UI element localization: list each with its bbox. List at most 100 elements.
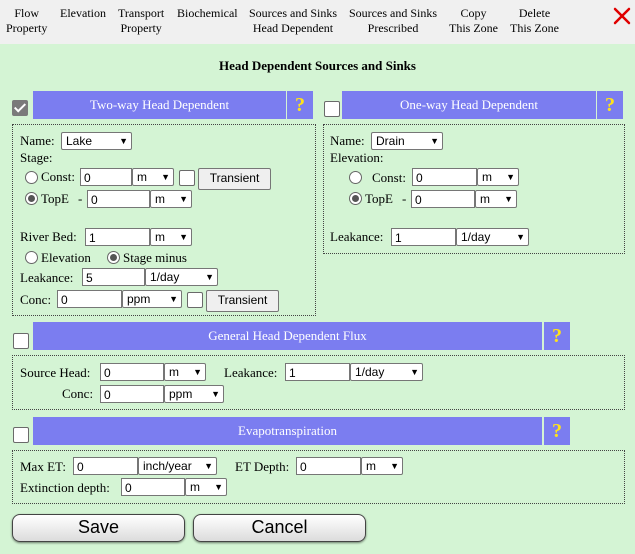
two-way-const-transient-checkbox[interactable] — [179, 170, 195, 186]
evapo-et-depth-label: ET Depth: — [235, 459, 290, 474]
two-way-conc-transient-button[interactable]: Transient — [206, 290, 279, 312]
two-way-conc-unit-select[interactable]: ppm ▼ — [122, 290, 182, 308]
evapo-et-depth-unit-select[interactable]: m ▼ — [361, 457, 403, 475]
evapo-checkbox[interactable] — [13, 427, 29, 443]
one-way-header: One-way Head Dependent — [342, 91, 596, 119]
two-way-tope-radio[interactable] — [25, 192, 38, 205]
two-way-const-unit-select[interactable]: m ▼ — [132, 168, 174, 186]
two-way-stage-transient-button[interactable]: Transient — [198, 168, 271, 190]
evapo-extinction-input[interactable]: 0 — [121, 478, 185, 496]
nav-label-line1: Elevation — [60, 6, 106, 20]
flux-leakance-unit-select[interactable]: 1/day ▼ — [350, 363, 423, 381]
flux-source-head-unit-select[interactable]: m ▼ — [164, 363, 206, 381]
nav-label-line2: Property — [6, 21, 48, 35]
one-way-const-input[interactable]: 0 — [412, 168, 477, 186]
evapo-et-depth-input[interactable]: 0 — [296, 457, 361, 475]
flux-conc-input[interactable]: 0 — [100, 385, 164, 403]
evapo-max-et-input[interactable]: 0 — [73, 457, 138, 475]
nav-copy-this-zone[interactable]: Copy This Zone — [449, 6, 498, 36]
nav-delete-this-zone[interactable]: Delete This Zone — [510, 6, 559, 36]
two-way-const-input[interactable]: 0 — [80, 168, 132, 186]
two-way-leakance-input[interactable]: 5 — [82, 268, 145, 286]
cancel-button[interactable]: Cancel — [193, 514, 366, 542]
evapo-max-et-label: Max ET: — [20, 459, 66, 474]
save-button[interactable]: Save — [12, 514, 185, 542]
evapo-help-icon[interactable]: ? — [544, 417, 570, 445]
two-way-panel — [12, 124, 316, 316]
evapo-max-et-unit-select[interactable]: inch/year ▼ — [138, 457, 217, 475]
chevron-down-icon: ▼ — [179, 232, 188, 242]
one-way-const-radio[interactable] — [349, 171, 362, 184]
evapo-extinction-unit-select[interactable]: m ▼ — [185, 478, 227, 496]
nav-label-line1: Transport — [118, 6, 165, 20]
two-way-name-select[interactable]: Lake ▼ — [61, 132, 132, 150]
flux-leakance-label: Leakance: — [224, 365, 278, 380]
unit-value: m — [480, 192, 490, 206]
one-way-help-icon[interactable]: ? — [597, 91, 623, 119]
chevron-down-icon: ▼ — [390, 461, 399, 471]
one-way-leakance-unit-select[interactable]: 1/day ▼ — [456, 228, 529, 246]
close-x-icon[interactable] — [611, 5, 633, 27]
one-way-tope-radio[interactable] — [349, 192, 362, 205]
chevron-down-icon: ▼ — [410, 367, 419, 377]
one-way-tope-unit-select[interactable]: m ▼ — [475, 190, 517, 208]
chevron-down-icon: ▼ — [179, 194, 188, 204]
one-way-name-select[interactable]: Drain ▼ — [371, 132, 443, 150]
chevron-down-icon: ▼ — [211, 389, 220, 399]
flux-leakance-input[interactable]: 1 — [285, 363, 350, 381]
nav-label-line1: Copy — [460, 6, 487, 20]
nav-sources-sinks-head-dependent[interactable]: Sources and Sinks Head Dependent — [249, 6, 337, 36]
nav-sources-sinks-prescribed[interactable]: Sources and Sinks Prescribed — [349, 6, 437, 36]
nav-biochemical[interactable]: Biochemical — [177, 6, 238, 21]
two-way-elevation-label: Elevation — [41, 250, 91, 265]
two-way-elevation-radio[interactable] — [25, 251, 38, 264]
flux-help-icon[interactable]: ? — [544, 322, 570, 350]
one-way-const-unit-select[interactable]: m ▼ — [477, 168, 519, 186]
two-way-help-icon[interactable]: ? — [287, 91, 313, 119]
two-way-tope-unit-select[interactable]: m ▼ — [150, 190, 192, 208]
two-way-stage-minus-radio[interactable] — [107, 251, 120, 264]
nav-elevation[interactable]: Elevation — [60, 6, 106, 21]
unit-value: m — [482, 170, 492, 184]
two-way-stage-label: Stage: — [20, 150, 53, 165]
one-way-leakance-label: Leakance: — [330, 229, 384, 244]
two-way-riverbed-unit-select[interactable]: m ▼ — [150, 228, 192, 246]
two-way-header: Two-way Head Dependent — [33, 91, 286, 119]
nav-label-line1: Delete — [518, 6, 551, 20]
two-way-checkbox[interactable] — [12, 100, 28, 116]
chevron-down-icon: ▼ — [516, 232, 525, 242]
two-way-leakance-label: Leakance: — [20, 270, 74, 285]
nav-label-line2: This Zone — [449, 21, 498, 35]
flux-source-head-input[interactable]: 0 — [100, 363, 164, 381]
two-way-tope-input[interactable]: 0 — [87, 190, 150, 208]
two-way-tope-dash: - — [78, 191, 83, 206]
two-way-riverbed-input[interactable]: 1 — [85, 228, 150, 246]
flux-conc-label: Conc: — [62, 386, 94, 401]
chevron-down-icon: ▼ — [205, 272, 214, 282]
two-way-const-radio[interactable] — [25, 171, 38, 184]
one-way-checkbox[interactable] — [324, 101, 340, 117]
unit-value: m — [366, 459, 376, 473]
unit-value: inch/year — [143, 459, 192, 473]
two-way-conc-input[interactable]: 0 — [57, 290, 122, 308]
chevron-down-icon: ▼ — [214, 482, 223, 492]
nav-flow-property[interactable]: Flow Property — [6, 6, 47, 36]
two-way-conc-transient-checkbox[interactable] — [187, 292, 203, 308]
unit-value: m — [169, 365, 179, 379]
two-way-name-label: Name: — [20, 133, 55, 148]
flux-header: General Head Dependent Flux — [33, 322, 542, 350]
evapo-header: Evapotranspiration — [33, 417, 542, 445]
flux-conc-unit-select[interactable]: ppm ▼ — [164, 385, 224, 403]
chevron-down-icon: ▼ — [504, 194, 513, 204]
two-way-leakance-unit-select[interactable]: 1/day ▼ — [145, 268, 218, 286]
unit-value: m — [190, 480, 200, 494]
one-way-const-label: Const: — [372, 170, 406, 185]
nav-transport-property[interactable]: Transport Property — [118, 6, 164, 36]
two-way-const-label: Const: — [41, 169, 75, 184]
one-way-leakance-input[interactable]: 1 — [391, 228, 456, 246]
one-way-tope-input[interactable]: 0 — [411, 190, 475, 208]
flux-checkbox[interactable] — [13, 333, 29, 349]
two-way-stage-minus-label: Stage minus — [123, 250, 187, 265]
two-way-tope-label: TopE — [41, 191, 69, 206]
one-way-name-value: Drain — [376, 134, 405, 148]
